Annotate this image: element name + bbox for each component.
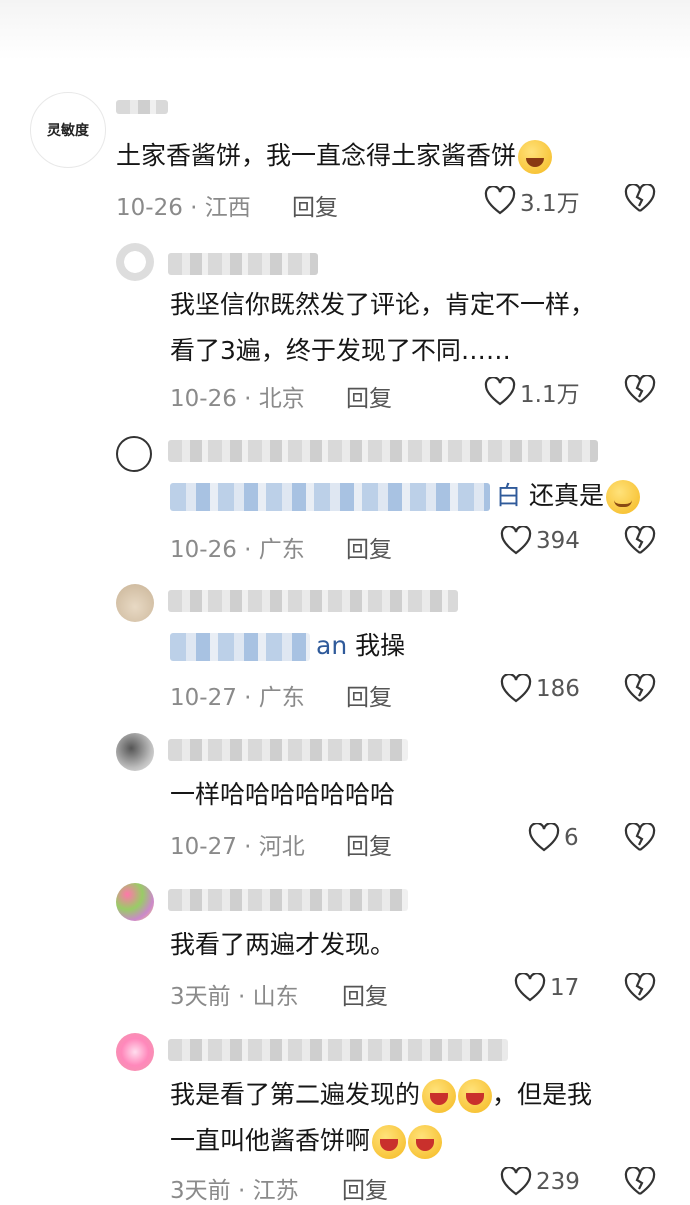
comment-text: 土家香酱饼，我一直念得土家酱香饼 [116, 134, 553, 178]
avatar[interactable] [116, 733, 154, 771]
comment-meta: 10-27 · 广东 [170, 685, 305, 711]
like-button[interactable]: 186 [500, 674, 580, 704]
like-button[interactable]: 394 [500, 526, 580, 556]
comment-meta: 10-26 · 北京 [170, 386, 305, 412]
reply-button[interactable]: 回复 [346, 827, 392, 861]
like-button[interactable]: 17 [514, 973, 579, 1003]
username-blurred[interactable] [168, 889, 408, 911]
heart-outline-icon [484, 377, 516, 406]
username-blurred[interactable] [168, 1039, 508, 1061]
avatar[interactable] [116, 883, 154, 921]
avatar[interactable] [116, 243, 154, 281]
comment-text-line: 看了3遍，终于发现了不同…… [170, 336, 511, 365]
comment-text-line: 一直叫他酱香饼啊 [170, 1119, 443, 1163]
username-blurred[interactable] [168, 739, 408, 761]
smiley-avatar[interactable] [116, 436, 152, 472]
comment-text-line: 我坚信你既然发了评论，肯定不一样， [170, 290, 596, 319]
comment-meta: 10-26 · 广东 [170, 537, 305, 563]
heart-outline-icon [528, 823, 560, 852]
heart-outline-icon [514, 973, 546, 1002]
rofl-emoji-icon [408, 1125, 443, 1159]
reply-button[interactable]: 回复 [342, 1171, 388, 1205]
heart-outline-icon [500, 526, 532, 555]
laughing-emoji-icon [422, 1079, 457, 1113]
like-count: 17 [550, 975, 580, 1001]
comment-text: 白 还真是 [170, 474, 640, 518]
mention-blurred[interactable] [170, 633, 310, 661]
heart-outline-icon [500, 674, 532, 703]
like-count: 3.1万 [520, 191, 580, 217]
comment-meta: 3天前 · 山东 [170, 984, 299, 1010]
username-blurred[interactable] [168, 590, 458, 612]
top-fade [0, 0, 690, 60]
broken-heart-icon[interactable] [624, 973, 656, 1003]
comment-text: 我看了两遍才发现。 [170, 930, 396, 959]
reply-button[interactable]: 回复 [292, 188, 338, 222]
broken-heart-icon[interactable] [624, 526, 656, 556]
comment-text-line: 我是看了第二遍发现的 ，但是我 [170, 1073, 592, 1117]
reply-button[interactable]: 回复 [346, 379, 392, 413]
like-count: 394 [536, 528, 580, 554]
username-blurred[interactable] [168, 440, 598, 462]
reply-button[interactable]: 回复 [346, 678, 392, 712]
like-count: 6 [564, 825, 579, 851]
like-count: 1.1万 [520, 382, 580, 408]
comment-meta: 10-26 · 江西 [116, 195, 251, 221]
laughing-emoji-icon [458, 1079, 493, 1113]
like-button[interactable]: 239 [500, 1167, 580, 1197]
comment-text: an 我操 [170, 624, 405, 668]
reply-button[interactable]: 回复 [346, 530, 392, 564]
mention-blurred[interactable] [170, 483, 490, 511]
broken-heart-icon[interactable] [624, 1167, 656, 1197]
rofl-emoji-icon [372, 1125, 407, 1159]
username-blurred[interactable] [168, 253, 318, 275]
avatar[interactable] [116, 584, 154, 622]
avatar[interactable]: 灵敏度 [30, 92, 106, 168]
heart-outline-icon [500, 1167, 532, 1196]
broken-heart-icon[interactable] [624, 375, 656, 405]
avatar[interactable] [116, 1033, 154, 1071]
like-count: 239 [536, 1169, 580, 1195]
comment-meta: 10-27 · 河北 [170, 834, 305, 860]
username-blurred[interactable] [116, 100, 168, 114]
like-button[interactable]: 1.1万 [484, 375, 580, 409]
comment-text: 一样哈哈哈哈哈哈哈 [170, 780, 396, 809]
reply-button[interactable]: 回复 [342, 977, 388, 1011]
broken-heart-icon[interactable] [624, 823, 656, 853]
like-button[interactable]: 6 [528, 823, 579, 853]
comment-meta: 3天前 · 江苏 [170, 1178, 299, 1204]
smile-emoji-icon [518, 140, 553, 174]
like-count: 186 [536, 676, 580, 702]
like-button[interactable]: 3.1万 [484, 184, 580, 218]
broken-heart-icon[interactable] [624, 184, 656, 214]
heart-outline-icon [484, 186, 516, 215]
broken-heart-icon[interactable] [624, 674, 656, 704]
smile-emoji-icon [605, 480, 640, 514]
